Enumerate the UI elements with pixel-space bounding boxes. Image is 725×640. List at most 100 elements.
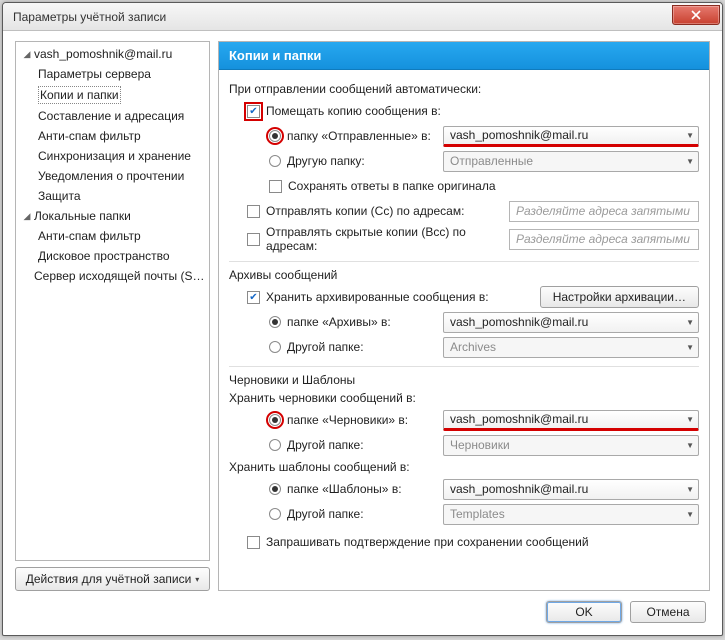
tree-label: Защита — [38, 188, 81, 204]
row-place-copy: ✔ Помещать копию сообщения в: — [229, 100, 699, 122]
combo-archives-account[interactable]: vash_pomoshnik@mail.ru ▼ — [443, 312, 699, 333]
tree-label: Составление и адресация — [38, 108, 184, 124]
combo-templates-other[interactable]: Templates ▼ — [443, 504, 699, 525]
checkbox-bcc[interactable] — [247, 233, 260, 246]
row-save-replies: Сохранять ответы в папке оригинала — [229, 175, 699, 197]
tree-item-server[interactable]: Параметры сервера — [16, 64, 209, 84]
row-confirm-save: Запрашивать подтверждение при сохранении… — [229, 531, 699, 553]
radio-archives-other[interactable] — [269, 341, 281, 353]
separator — [229, 261, 699, 262]
label: папку «Отправленные» в: — [287, 129, 437, 143]
tree-item-copies[interactable]: Копии и папки — [16, 84, 209, 106]
radio-templates-folder[interactable] — [269, 483, 281, 495]
accounts-tree[interactable]: ◢ vash_pomoshnik@mail.ru Параметры серве… — [15, 41, 210, 561]
checkbox-place-copy[interactable]: ✔ — [247, 105, 260, 118]
combo-archives-other[interactable]: Archives ▼ — [443, 337, 699, 358]
main-row: ◢ vash_pomoshnik@mail.ru Параметры серве… — [15, 41, 710, 591]
radio-sent-folder[interactable] — [269, 130, 281, 142]
chevron-down-icon: ▼ — [680, 415, 694, 424]
label: Запрашивать подтверждение при сохранении… — [266, 535, 589, 549]
tree-label: Дисковое пространство — [38, 248, 170, 264]
combo-value: Templates — [450, 507, 680, 521]
combo-value: vash_pomoshnik@mail.ru — [450, 315, 680, 329]
dialog-window: Параметры учётной записи ◢ vash_pomoshni… — [2, 2, 723, 636]
label: Другой папке: — [287, 340, 437, 354]
tree-label: Синхронизация и хранение — [38, 148, 191, 164]
close-icon — [691, 10, 701, 20]
account-actions-button[interactable]: Действия для учётной записи ▾ — [15, 567, 210, 591]
combo-value: vash_pomoshnik@mail.ru — [450, 128, 680, 142]
radio-archives-folder[interactable] — [269, 316, 281, 328]
tree-item-receipts[interactable]: Уведомления о прочтении — [16, 166, 209, 186]
combo-value: Черновики — [450, 438, 680, 452]
tree-item-smtp[interactable]: Сервер исходящей почты (S… — [16, 266, 209, 286]
dialog-footer: OK Отмена — [15, 591, 710, 625]
sidebar-column: ◢ vash_pomoshnik@mail.ru Параметры серве… — [15, 41, 210, 591]
radio-sent-other[interactable] — [269, 155, 281, 167]
chevron-down-icon: ▼ — [680, 157, 694, 166]
combo-templates-account[interactable]: vash_pomoshnik@mail.ru ▼ — [443, 479, 699, 500]
label: Отправлять копии (Cc) по адресам: — [266, 204, 503, 218]
row-archives-folder: папке «Архивы» в: vash_pomoshnik@mail.ru… — [229, 311, 699, 333]
tree-item-local-disk[interactable]: Дисковое пространство — [16, 246, 209, 266]
archive-settings-button[interactable]: Настройки архивации… — [540, 286, 699, 308]
combo-value: vash_pomoshnik@mail.ru — [450, 412, 680, 426]
radio-templates-other[interactable] — [269, 508, 281, 520]
tree-account-header[interactable]: ◢ vash_pomoshnik@mail.ru — [16, 44, 209, 64]
chevron-down-icon: ▼ — [680, 485, 694, 494]
label: Другую папку: — [287, 154, 437, 168]
combo-value: Archives — [450, 340, 680, 354]
combo-value: vash_pomoshnik@mail.ru — [450, 482, 680, 496]
close-button[interactable] — [672, 5, 720, 25]
cancel-button[interactable]: Отмена — [630, 601, 706, 623]
tree-item-spam[interactable]: Анти-спам фильтр — [16, 126, 209, 146]
label: Отправлять скрытые копии (Bcc) по адреса… — [266, 225, 503, 253]
button-label: Отмена — [646, 605, 689, 619]
label: Другой папке: — [287, 438, 437, 452]
button-label: Настройки архивации… — [553, 290, 686, 304]
tree-item-security[interactable]: Защита — [16, 186, 209, 206]
checkbox-confirm-save[interactable] — [247, 536, 260, 549]
input-cc[interactable]: Разделяйте адреса запятыми — [509, 201, 699, 222]
keep-drafts-label: Хранить черновики сообщений в: — [229, 391, 699, 405]
keep-templates-label: Хранить шаблоны сообщений в: — [229, 460, 699, 474]
checkbox-save-replies[interactable] — [269, 180, 282, 193]
combo-drafts-other[interactable]: Черновики ▼ — [443, 435, 699, 456]
panel-body: При отправлении сообщений автоматически:… — [219, 70, 709, 590]
tree-item-sync[interactable]: Синхронизация и хранение — [16, 146, 209, 166]
archives-header: Архивы сообщений — [229, 268, 699, 282]
checkbox-keep-archived[interactable]: ✔ — [247, 291, 260, 304]
tree-label: Уведомления о прочтении — [38, 168, 184, 184]
ok-button[interactable]: OK — [546, 601, 622, 623]
label: Сохранять ответы в папке оригинала — [288, 179, 496, 193]
combo-sent-account[interactable]: vash_pomoshnik@mail.ru ▼ — [443, 126, 699, 147]
chevron-down-icon: ▼ — [680, 441, 694, 450]
auto-section-label: При отправлении сообщений автоматически: — [229, 82, 699, 96]
label: папке «Черновики» в: — [287, 413, 437, 427]
tree-item-local-spam[interactable]: Анти-спам фильтр — [16, 226, 209, 246]
separator — [229, 366, 699, 367]
radio-drafts-folder[interactable] — [269, 414, 281, 426]
chevron-down-icon: ▼ — [680, 510, 694, 519]
chevron-down-icon: ▾ — [195, 575, 199, 584]
button-label: Действия для учётной записи — [26, 572, 192, 586]
row-drafts-other: Другой папке: Черновики ▼ — [229, 434, 699, 456]
tree-label: Параметры сервера — [38, 66, 151, 82]
row-sent-folder: папку «Отправленные» в: vash_pomoshnik@m… — [229, 125, 699, 147]
checkbox-cc[interactable] — [247, 205, 260, 218]
row-sent-other: Другую папку: Отправленные ▼ — [229, 150, 699, 172]
tree-local-header[interactable]: ◢ Локальные папки — [16, 206, 209, 226]
titlebar: Параметры учётной записи — [3, 3, 722, 31]
label: Хранить архивированные сообщения в: — [266, 290, 534, 304]
combo-drafts-account[interactable]: vash_pomoshnik@mail.ru ▼ — [443, 410, 699, 431]
combo-sent-other[interactable]: Отправленные ▼ — [443, 151, 699, 172]
radio-drafts-other[interactable] — [269, 439, 281, 451]
label: Помещать копию сообщения в: — [266, 104, 441, 118]
input-bcc[interactable]: Разделяйте адреса запятыми — [509, 229, 699, 250]
tree-label: Копии и папки — [38, 86, 121, 104]
tree-label: Локальные папки — [34, 208, 131, 224]
row-bcc: Отправлять скрытые копии (Bcc) по адреса… — [229, 225, 699, 253]
tree-item-compose[interactable]: Составление и адресация — [16, 106, 209, 126]
label: Другой папке: — [287, 507, 437, 521]
label: папке «Архивы» в: — [287, 315, 437, 329]
